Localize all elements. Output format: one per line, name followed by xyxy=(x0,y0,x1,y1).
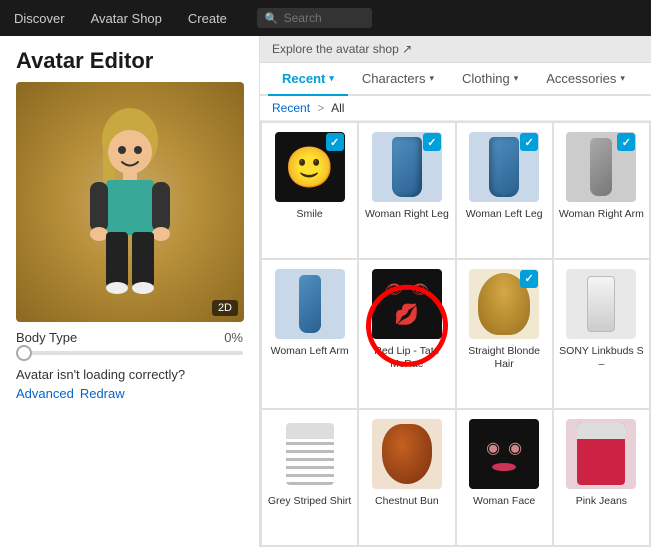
list-item[interactable]: Grey Striped Shirt xyxy=(262,410,357,545)
right-panel: Explore the avatar shop ↗ Recent ▾ Chara… xyxy=(260,36,651,547)
item-image: 👁 👁 💋 xyxy=(369,266,445,342)
list-item[interactable]: ✓ Woman Left Leg xyxy=(457,123,552,258)
search-input[interactable] xyxy=(284,11,364,25)
avatar-preview: 2D xyxy=(16,82,244,322)
breadcrumb: Recent > All xyxy=(260,96,651,121)
body-type-slider-thumb[interactable] xyxy=(16,345,32,361)
item-label: Grey Striped Shirt xyxy=(268,495,351,509)
list-item[interactable]: Chestnut Bun xyxy=(359,410,454,545)
item-label: Woman Right Arm xyxy=(559,208,644,222)
page-title: Avatar Editor xyxy=(0,36,259,82)
body-type-section: Body Type 0% xyxy=(0,322,259,359)
search-box[interactable]: 🔍 xyxy=(257,8,372,28)
body-type-label: Body Type xyxy=(16,330,77,345)
chevron-down-icon: ▾ xyxy=(429,73,434,84)
item-label: Smile xyxy=(296,208,322,222)
item-label: Woman Left Arm xyxy=(271,345,349,359)
avatar-figure xyxy=(70,102,190,302)
checked-badge: ✓ xyxy=(423,133,441,151)
tab-characters[interactable]: Characters ▾ xyxy=(348,63,448,96)
tabs-row: Recent ▾ Characters ▾ Clothing ▾ Accesso… xyxy=(260,63,651,96)
breadcrumb-separator: > xyxy=(317,101,324,115)
tab-accessories[interactable]: Accessories ▾ xyxy=(532,63,639,96)
item-label: Woman Left Leg xyxy=(466,208,543,222)
search-icon: 🔍 xyxy=(265,12,279,25)
checked-badge: ✓ xyxy=(326,133,344,151)
chevron-down-icon: ▾ xyxy=(514,73,519,84)
nav-create[interactable]: Create xyxy=(184,11,231,26)
list-item[interactable]: 🙂 ✓ Smile xyxy=(262,123,357,258)
item-image: ✓ xyxy=(369,129,445,205)
item-image: ✓ xyxy=(466,129,542,205)
list-item[interactable]: Pink Jeans xyxy=(554,410,649,545)
left-panel: Avatar Editor xyxy=(0,36,260,547)
redraw-link[interactable]: Redraw xyxy=(80,386,125,401)
explore-bar: Explore the avatar shop ↗ xyxy=(260,36,651,63)
item-image: 🙂 ✓ xyxy=(272,129,348,205)
tab-recent[interactable]: Recent ▾ xyxy=(268,63,348,96)
action-links: Advanced Redraw xyxy=(0,384,259,403)
advanced-link[interactable]: Advanced xyxy=(16,386,74,401)
list-item[interactable]: 👁 👁 💋 Red Lip - Tate McRae xyxy=(359,260,454,408)
main-layout: Avatar Editor xyxy=(0,36,651,547)
breadcrumb-parent[interactable]: Recent xyxy=(272,101,310,115)
2d-badge: 2D xyxy=(212,300,238,316)
item-label: Red Lip - Tate McRae xyxy=(363,345,450,372)
checked-badge: ✓ xyxy=(520,133,538,151)
checked-badge: ✓ xyxy=(617,133,635,151)
item-image: ✓ xyxy=(466,266,542,342)
list-item[interactable]: ✓ Woman Right Arm xyxy=(554,123,649,258)
item-label: Straight Blonde Hair xyxy=(461,345,548,372)
list-item[interactable]: Woman Left Arm xyxy=(262,260,357,408)
chevron-down-icon: ▾ xyxy=(329,73,334,84)
chevron-down-icon: ▾ xyxy=(620,73,625,84)
nav-avatar-shop[interactable]: Avatar Shop xyxy=(87,11,166,26)
item-image: ✓ xyxy=(563,129,639,205)
item-image: ◉ ◉ xyxy=(466,416,542,492)
nav-discover[interactable]: Discover xyxy=(10,11,69,26)
items-grid: 🙂 ✓ Smile ✓ Woman Right Leg xyxy=(260,121,651,547)
item-image xyxy=(563,266,639,342)
checked-badge: ✓ xyxy=(520,270,538,288)
body-type-percent: 0% xyxy=(224,330,243,345)
item-image xyxy=(272,266,348,342)
item-image xyxy=(563,416,639,492)
item-label: Woman Face xyxy=(473,495,535,509)
list-item[interactable]: ◉ ◉ Woman Face xyxy=(457,410,552,545)
top-navigation: Discover Avatar Shop Create 🔍 xyxy=(0,0,651,36)
item-label: SONY Linkbuds S – xyxy=(558,345,645,372)
item-label: Chestnut Bun xyxy=(375,495,439,509)
item-image xyxy=(272,416,348,492)
list-item[interactable]: ✓ Woman Right Leg xyxy=(359,123,454,258)
loading-message: Avatar isn't loading correctly? xyxy=(0,359,259,384)
item-image xyxy=(369,416,445,492)
list-item[interactable]: SONY Linkbuds S – xyxy=(554,260,649,408)
item-label: Pink Jeans xyxy=(576,495,627,509)
body-type-slider-track[interactable] xyxy=(16,351,243,355)
tab-clothing[interactable]: Clothing ▾ xyxy=(448,63,532,96)
item-label: Woman Right Leg xyxy=(365,208,449,222)
breadcrumb-current: All xyxy=(331,101,344,115)
list-item[interactable]: ✓ Straight Blonde Hair xyxy=(457,260,552,408)
